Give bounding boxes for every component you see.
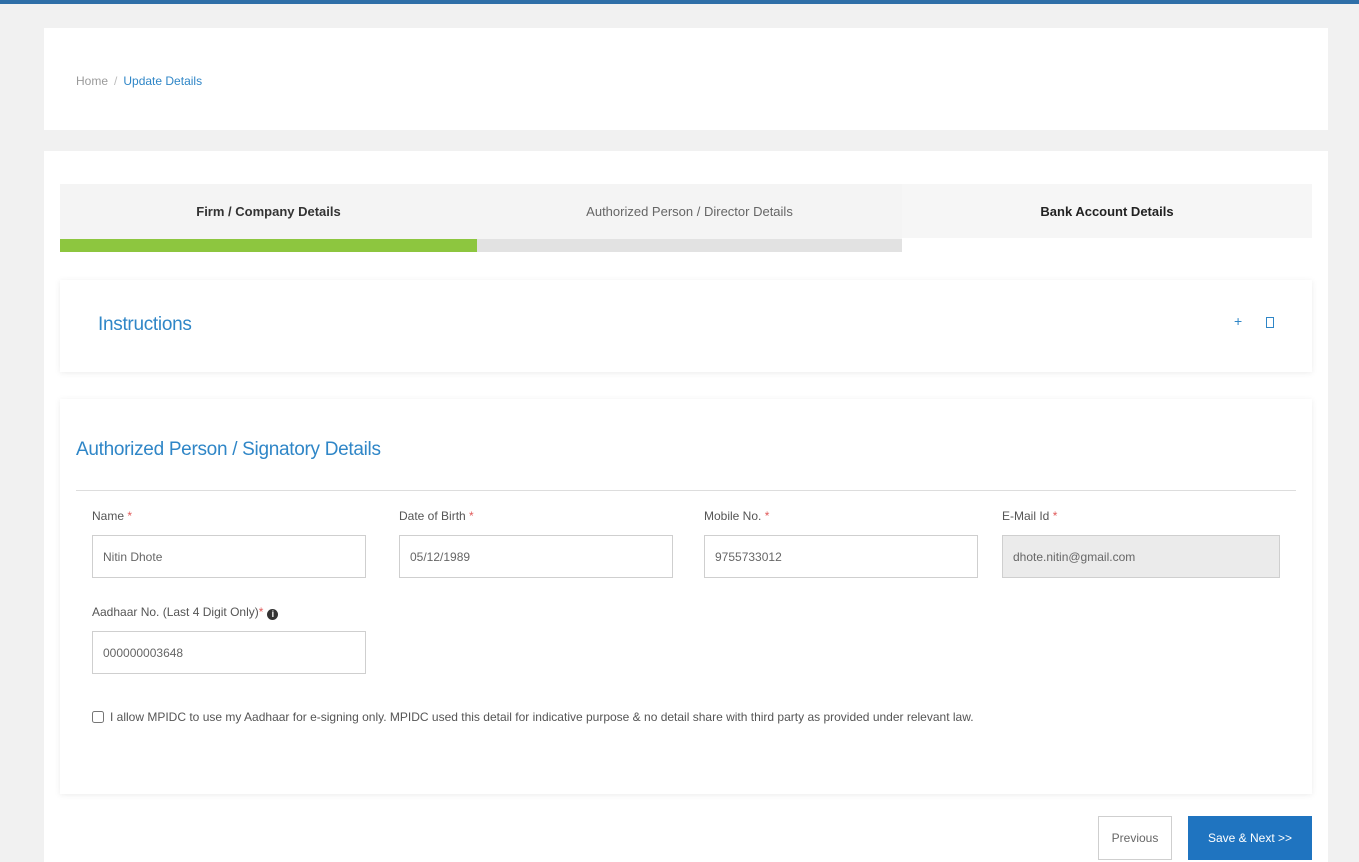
dob-input[interactable] bbox=[399, 535, 673, 578]
step-label: Firm / Company Details bbox=[196, 204, 341, 219]
signatory-details-section: Authorized Person / Signatory Details Na… bbox=[60, 399, 1312, 794]
breadcrumb-separator: / bbox=[114, 74, 118, 88]
top-accent-border bbox=[0, 0, 1359, 4]
step-label: Authorized Person / Director Details bbox=[586, 204, 793, 219]
step-authorized-person-details[interactable]: Authorized Person / Director Details bbox=[477, 184, 902, 252]
mobile-field: Mobile No. * bbox=[704, 509, 978, 578]
step-firm-company-details[interactable]: Firm / Company Details bbox=[60, 184, 477, 252]
dob-label: Date of Birth * bbox=[399, 509, 474, 523]
step-label: Bank Account Details bbox=[1040, 204, 1174, 219]
section-title: Authorized Person / Signatory Details bbox=[76, 439, 381, 460]
name-field: Name * bbox=[92, 509, 366, 578]
expand-plus-icon[interactable]: + bbox=[1234, 313, 1242, 329]
name-input[interactable] bbox=[92, 535, 366, 578]
required-marker: * bbox=[258, 605, 264, 619]
instructions-panel: Instructions + bbox=[60, 280, 1312, 372]
email-input[interactable] bbox=[1002, 535, 1280, 578]
name-label: Name * bbox=[92, 509, 133, 523]
step-progress-bar bbox=[60, 239, 477, 252]
aadhaar-field: Aadhaar No. (Last 4 Digit Only)* i bbox=[92, 605, 366, 674]
email-label: E-Mail Id * bbox=[1002, 509, 1058, 523]
consent-row: I allow MPIDC to use my Aadhaar for e-si… bbox=[92, 710, 974, 724]
mobile-label: Mobile No. * bbox=[704, 509, 770, 523]
previous-button[interactable]: Previous bbox=[1098, 816, 1172, 860]
mobile-input[interactable] bbox=[704, 535, 978, 578]
consent-checkbox[interactable] bbox=[92, 711, 104, 723]
consent-text: I allow MPIDC to use my Aadhaar for e-si… bbox=[110, 710, 974, 724]
save-next-button[interactable]: Save & Next >> bbox=[1188, 816, 1312, 860]
breadcrumb: Home / Update Details bbox=[76, 74, 202, 88]
step-progress-bar bbox=[477, 239, 902, 252]
required-marker: * bbox=[469, 509, 474, 523]
aadhaar-label: Aadhaar No. (Last 4 Digit Only)* i bbox=[92, 605, 279, 623]
instructions-title: Instructions bbox=[98, 314, 192, 335]
breadcrumb-current: Update Details bbox=[123, 74, 203, 88]
dob-field: Date of Birth * bbox=[399, 509, 673, 578]
main-card: Firm / Company Details Authorized Person… bbox=[44, 151, 1328, 862]
wizard-steps: Firm / Company Details Authorized Person… bbox=[60, 184, 1312, 252]
maximize-icon[interactable] bbox=[1266, 317, 1274, 328]
breadcrumb-card: Home / Update Details bbox=[44, 28, 1328, 130]
aadhaar-input[interactable] bbox=[92, 631, 366, 674]
required-marker: * bbox=[127, 509, 133, 523]
email-field: E-Mail Id * bbox=[1002, 509, 1280, 578]
required-marker: * bbox=[764, 509, 770, 523]
info-icon[interactable]: i bbox=[267, 609, 279, 620]
required-marker: * bbox=[1052, 509, 1058, 523]
section-divider bbox=[76, 490, 1296, 491]
breadcrumb-home-link[interactable]: Home bbox=[76, 74, 108, 88]
step-bank-account-details[interactable]: Bank Account Details bbox=[902, 184, 1312, 238]
